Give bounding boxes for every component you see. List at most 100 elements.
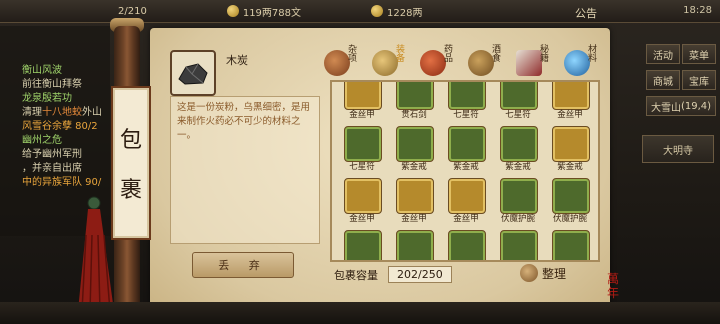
seal-char: 年: [606, 286, 619, 300]
inventory-item-icon: [500, 126, 538, 162]
item-grid: 金丝甲 贯石剑 七星符 七星符 金丝甲 七星符 紫金戒 紫金戒 紫金戒 紫金戒 金丝甲 金丝甲 金丝甲伏…: [336, 82, 596, 260]
location-coords: (19,4): [680, 100, 712, 112]
inventory-item-icon: [552, 82, 590, 110]
inventory-item-icon: [552, 178, 590, 214]
shop-button[interactable]: 商城: [646, 70, 680, 90]
quest-desc-text: 清理: [22, 107, 42, 118]
inventory-slot[interactable]: 金丝甲: [442, 178, 490, 226]
activity-button[interactable]: 活动: [646, 44, 680, 64]
map-target-button[interactable]: 大明寺: [642, 135, 714, 163]
tab-label: 装备: [394, 44, 404, 62]
inventory-slot[interactable]: 紫金戒: [390, 126, 438, 174]
inventory-item-icon: [344, 126, 382, 162]
notice-button[interactable]: 公告: [575, 5, 597, 21]
inventory-item-icon: [448, 230, 486, 260]
item-grid-frame[interactable]: 金丝甲 贯石剑 七星符 七星符 金丝甲 七星符 紫金戒 紫金戒 紫金戒 紫金戒 金丝甲 金丝甲 金丝甲伏…: [330, 80, 600, 262]
money-value: 119两788文: [242, 7, 302, 19]
inventory-item-label: 金丝甲: [349, 110, 375, 120]
location-label: 大雪山 (19,4): [646, 96, 716, 116]
inventory-item-label: 金丝甲: [557, 110, 583, 120]
tab-material[interactable]: 材料: [562, 44, 598, 80]
inventory-item-icon: [500, 82, 538, 110]
energy-value: 2/210: [118, 5, 147, 17]
charcoal-icon: [170, 50, 216, 96]
inventory-item-label: 贯石剑: [401, 110, 427, 120]
inventory-item-icon: [500, 230, 538, 260]
inventory-item-icon: [396, 82, 434, 110]
money-stat: 119两788文: [226, 4, 302, 19]
coin-icon: [226, 5, 239, 17]
inventory-slot[interactable]: 伏魔护腕: [338, 230, 386, 260]
clock-time: 18:28: [683, 5, 712, 16]
selected-item-header: 木炭: [170, 50, 248, 96]
seal-char: 萬: [606, 272, 619, 286]
seal-logo: 萬 年: [598, 272, 628, 306]
inventory-item-label: 紫金戒: [557, 162, 583, 172]
inventory-item-icon: [396, 126, 434, 162]
inventory-slot[interactable]: 七星符: [442, 82, 490, 122]
bag-icon: [520, 264, 538, 282]
inventory-item-icon: [344, 82, 382, 110]
quest-desc-highlight: 十八地蛟: [42, 107, 82, 118]
inventory-slot[interactable]: 贯石剑: [390, 82, 438, 122]
tab-food[interactable]: 酒食: [466, 44, 502, 80]
location-name: 大雪山: [650, 102, 681, 114]
inventory-item-icon: [344, 230, 382, 260]
inventory-item-icon: [396, 230, 434, 260]
tassel-icon: [78, 196, 114, 312]
inventory-item-icon: [552, 230, 590, 260]
inventory-slot[interactable]: 金丝甲: [338, 82, 386, 122]
tab-label: 酒食: [490, 44, 500, 62]
bag-title-char: 包: [119, 128, 142, 153]
item-description: 这是一份炭粉，乌黑细密，是用来制作火药必不可少的材料之一。: [177, 102, 311, 141]
inventory-slot[interactable]: 伏魔护腕: [494, 178, 542, 226]
inventory-item-label: 七星符: [349, 162, 375, 172]
tab-manual[interactable]: 秘籍: [514, 44, 550, 80]
inventory-slot[interactable]: 紫金戒: [546, 126, 594, 174]
capacity-label: 包裹容量: [334, 268, 378, 282]
inventory-item-label: 七星符: [505, 110, 531, 120]
inventory-item-label: 紫金戒: [505, 162, 531, 172]
inventory-slot[interactable]: 青云护带: [494, 230, 542, 260]
discard-button[interactable]: 丢 弃: [192, 252, 294, 278]
inventory-item-icon: [344, 178, 382, 214]
menu-button[interactable]: 菜单: [682, 44, 716, 64]
ingot-icon: [371, 5, 384, 17]
sort-button[interactable]: 整理: [520, 262, 596, 284]
inventory-slot[interactable]: 七星符: [338, 126, 386, 174]
energy-stat: 2/210: [118, 6, 147, 17]
tab-label: 材料: [586, 44, 596, 62]
inventory-item-label: 七星符: [453, 110, 479, 120]
capacity-display: 包裹容量 202/250: [334, 266, 452, 283]
tab-label: 药品: [442, 44, 452, 62]
map-target-label: 大明寺: [663, 145, 693, 157]
inventory-item-label: 金丝甲: [453, 214, 479, 224]
tab-misc[interactable]: 杂项: [322, 44, 358, 80]
tab-label: 杂项: [346, 44, 356, 62]
inventory-slot[interactable]: 金丝甲: [338, 178, 386, 226]
selected-item-name: 木炭: [226, 54, 248, 67]
tab-label: 秘籍: [538, 44, 548, 62]
inventory-slot[interactable]: 金丝甲: [546, 82, 594, 122]
tab-medicine[interactable]: 药品: [418, 44, 454, 80]
inventory-slot[interactable]: 青云护带: [546, 230, 594, 260]
bottom-toolbar: [0, 302, 720, 324]
tab-equipment[interactable]: 装备: [370, 44, 406, 80]
inventory-item-label: 伏魔护腕: [500, 214, 535, 224]
category-tabs: 杂项 装备 药品 酒食 秘籍 材料: [322, 44, 614, 80]
inventory-slot[interactable]: 伏魔护腕: [390, 230, 438, 260]
inventory-item-icon: [448, 178, 486, 214]
inventory-slot[interactable]: 伏魔护腕: [546, 178, 594, 226]
sort-label: 整理: [542, 266, 567, 281]
inventory-item-icon: [552, 126, 590, 162]
inventory-slot[interactable]: 七星符: [494, 82, 542, 122]
treasury-button[interactable]: 宝库: [682, 70, 716, 90]
gem-stat: 1228两: [371, 4, 422, 19]
inventory-slot[interactable]: 紫金戒: [442, 126, 490, 174]
inventory-slot[interactable]: 紫金戒: [494, 126, 542, 174]
inventory-item-icon: [448, 82, 486, 110]
inventory-slot[interactable]: 青云护带: [442, 230, 490, 260]
inventory-slot[interactable]: 金丝甲: [390, 178, 438, 226]
inventory-item-label: 金丝甲: [349, 214, 375, 224]
inventory-item-label: 金丝甲: [401, 214, 427, 224]
